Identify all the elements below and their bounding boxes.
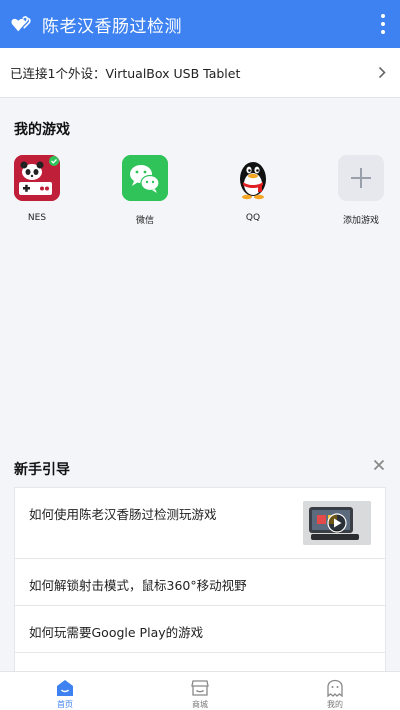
home-icon (57, 680, 73, 696)
my-games-title: 我的游戏 (14, 122, 70, 138)
device-status-text: 已连接1个外设：VirtualBox USB Tablet (10, 66, 241, 81)
guide-item-text: 如何解锁射击模式，鼠标360°移动视野 (29, 578, 247, 593)
game-nes[interactable]: NES (7, 155, 67, 223)
tab-label: 商城 (192, 700, 208, 709)
guide-item[interactable]: 如何玩需要Google Play的游戏 (14, 605, 386, 653)
game-label: QQ (245, 213, 261, 223)
plus-icon (338, 155, 384, 201)
guide-item-text: 如何玩需要Google Play的游戏 (29, 625, 204, 640)
more-menu-icon[interactable] (380, 14, 386, 34)
tab-label: 首页 (57, 700, 73, 709)
game-qq[interactable]: QQ (223, 155, 283, 223)
add-game-button[interactable]: 添加游戏 (331, 155, 391, 226)
bottom-tab-bar: 首页 商城 我的 (0, 671, 400, 710)
guide-title: 新手引导 (14, 462, 70, 478)
device-status-row[interactable]: 已连接1个外设：VirtualBox USB Tablet (0, 48, 400, 98)
game-label: NES (27, 213, 47, 223)
tab-store[interactable]: 商城 (160, 672, 240, 710)
store-icon (191, 680, 209, 696)
tab-label: 我的 (327, 700, 343, 709)
game-label: 微信 (135, 216, 154, 226)
app-bar: 陈老汉香肠过检测 (0, 0, 400, 48)
game-label: 添加游戏 (342, 216, 379, 226)
wechat-app-icon (122, 155, 168, 201)
guide-item[interactable]: 如何解锁射击模式，鼠标360°移动视野 (14, 558, 386, 606)
video-thumbnail[interactable] (303, 501, 371, 545)
guide-item[interactable]: 如何使用陈老汉香肠过检测玩游戏 (14, 487, 386, 559)
ghost-profile-icon (327, 679, 343, 697)
hearts-logo-icon (11, 16, 31, 32)
close-icon[interactable] (372, 458, 386, 472)
qq-app-icon (230, 155, 276, 201)
tab-home[interactable]: 首页 (25, 672, 105, 710)
nes-app-icon (14, 155, 60, 201)
add-app-icon (338, 155, 384, 201)
chevron-right-icon (378, 66, 386, 79)
game-wechat[interactable]: 微信 (115, 155, 175, 226)
app-title: 陈老汉香肠过检测 (42, 16, 182, 37)
guide-item-text: 如何使用陈老汉香肠过检测玩游戏 (29, 507, 217, 522)
tab-profile[interactable]: 我的 (295, 672, 375, 710)
